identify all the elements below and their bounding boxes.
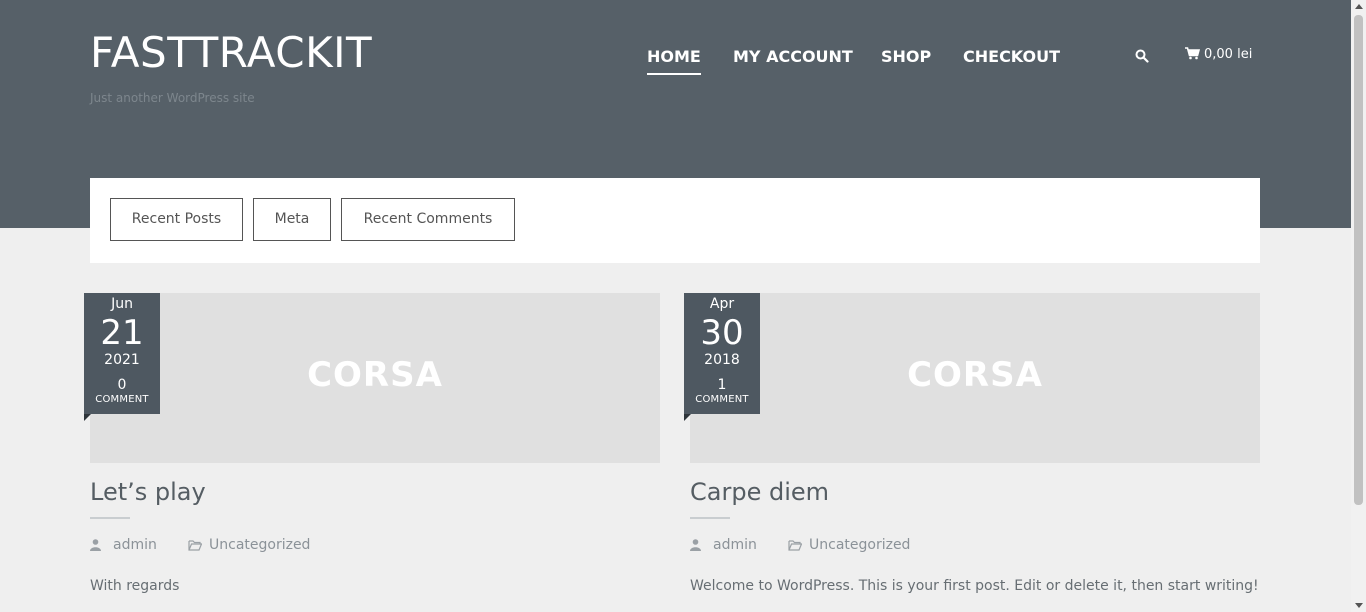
post-category[interactable]: Uncategorized [209,537,310,553]
search-icon[interactable] [1135,49,1149,63]
badge-month: Jun [111,296,133,312]
badge-month: Apr [709,296,735,312]
post-thumbnail[interactable]: CORSA [690,293,1260,463]
date-badge: Apr 30 2018 1 COMMENT [684,293,760,414]
nav-shop[interactable]: SHOP [881,47,931,66]
user-icon [690,539,701,551]
badge-year: 2018 [704,352,740,368]
post-meta: admin Uncategorized [90,537,390,555]
post-author[interactable]: admin [713,537,757,553]
title-divider [90,517,130,519]
post-category[interactable]: Uncategorized [809,537,910,553]
thumbnail-brand-text: CORSA [907,355,1043,395]
tab-recent-posts[interactable]: Recent Posts [110,198,243,241]
cart-icon [1185,47,1201,60]
post-title[interactable]: Let’s play [90,478,206,506]
tab-recent-comments[interactable]: Recent Comments [341,198,515,241]
nav-checkout[interactable]: CHECKOUT [963,47,1060,66]
badge-day: 21 [100,313,144,353]
folder-open-icon [188,540,202,551]
nav-my-account[interactable]: MY ACCOUNT [733,47,853,66]
scroll-up-arrow-icon[interactable] [1355,4,1363,9]
post-excerpt: Welcome to WordPress. This is your first… [690,578,1259,594]
nav-home[interactable]: HOME [647,47,701,75]
post-author[interactable]: admin [113,537,157,553]
badge-comment-count: 0 [117,377,127,393]
scroll-down-arrow-icon[interactable] [1355,603,1363,608]
site-tagline: Just another WordPress site [90,91,255,105]
post-thumbnail[interactable]: CORSA [90,293,660,463]
badge-comment-label: COMMENT [695,394,749,405]
title-divider [690,517,730,519]
user-icon [90,539,101,551]
badge-comment-count: 1 [717,377,727,393]
cart-total: 0,00 lei [1204,47,1253,62]
site-title[interactable]: FASTTRACKIT [90,28,372,77]
badge-year: 2021 [104,352,140,368]
post-title[interactable]: Carpe diem [690,478,829,506]
widget-tabs-bar: Recent Posts Meta Recent Comments [90,178,1260,263]
post-excerpt: With regards [90,578,180,594]
date-badge: Jun 21 2021 0 COMMENT [84,293,160,414]
thumbnail-brand-text: CORSA [307,355,443,395]
post-meta: admin Uncategorized [690,537,990,555]
badge-day: 30 [700,313,744,353]
badge-comment-label: COMMENT [95,394,149,405]
page-scrollbar[interactable] [1351,0,1366,612]
cart-link[interactable]: 0,00 lei [1185,47,1252,62]
tab-meta[interactable]: Meta [253,198,331,241]
folder-open-icon [788,540,802,551]
scrollbar-thumb[interactable] [1354,15,1363,505]
